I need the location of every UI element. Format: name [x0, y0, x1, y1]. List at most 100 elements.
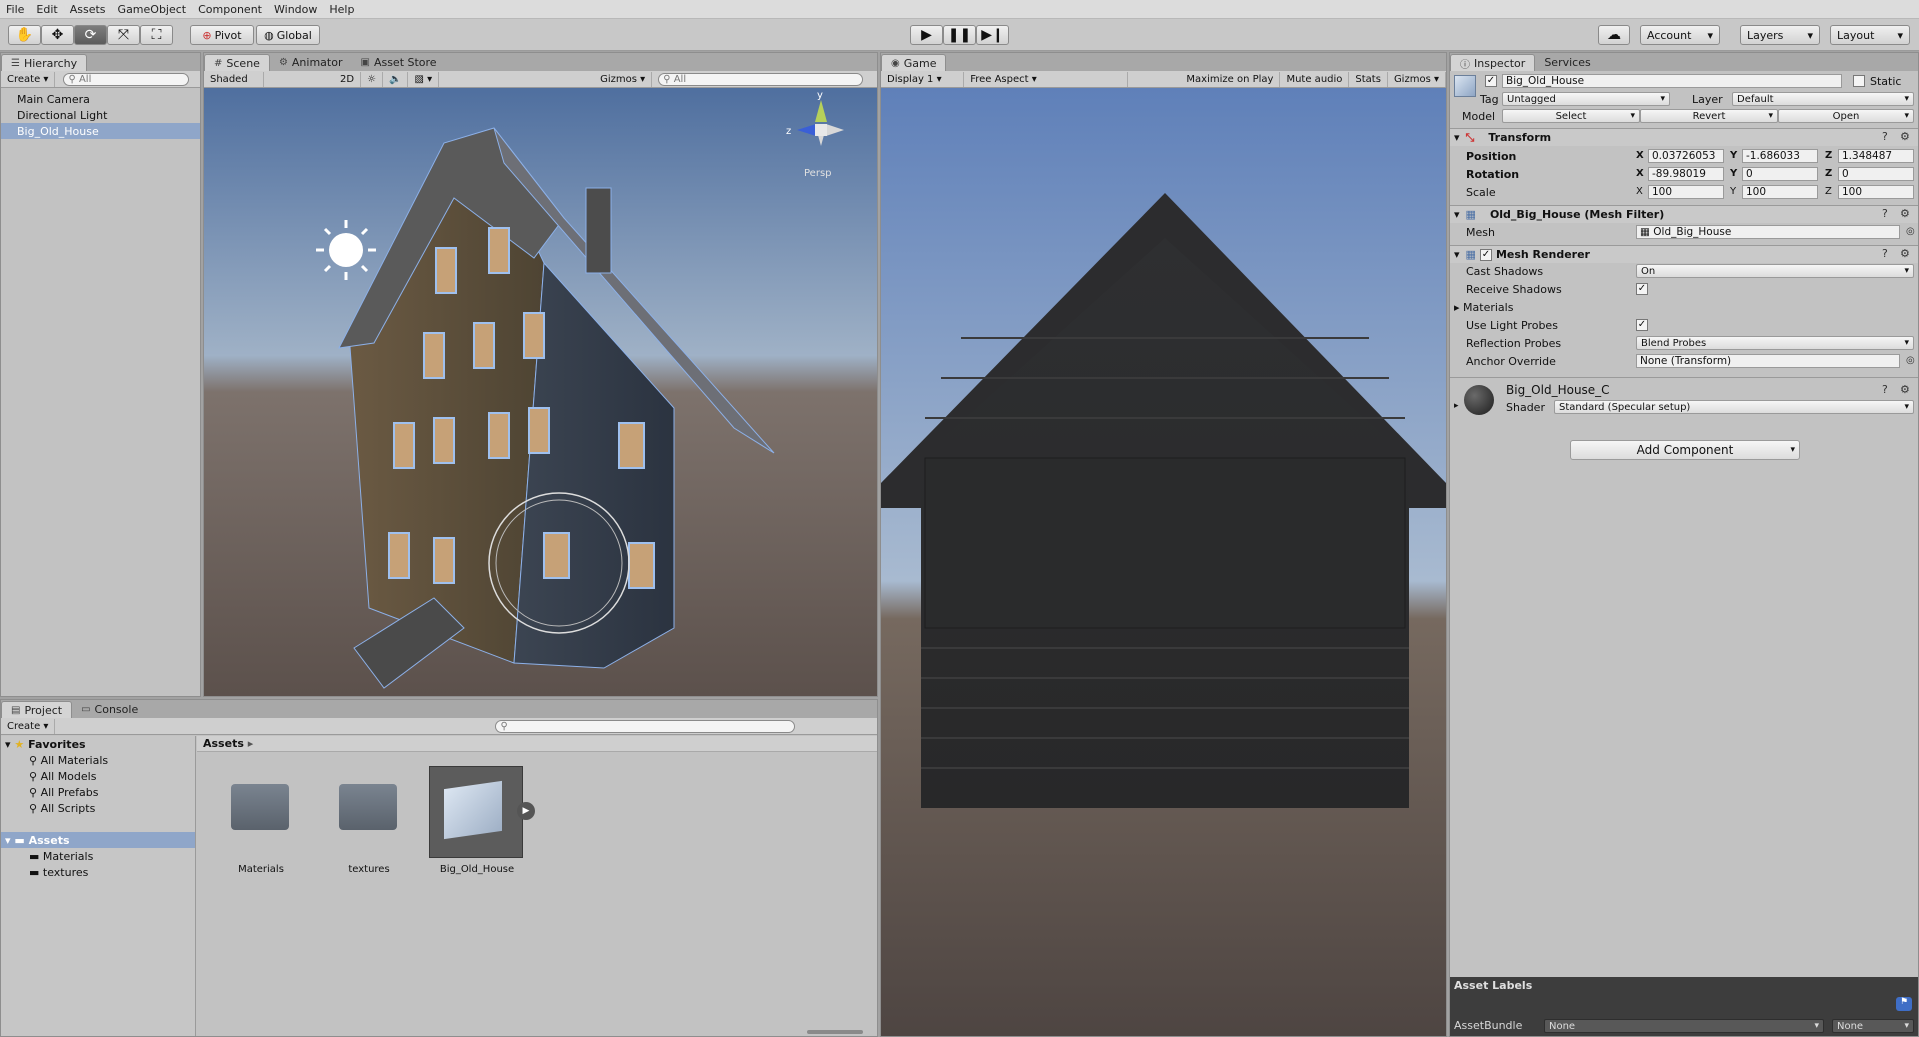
transform-header[interactable]: ▾ ⤡ Transform [1450, 128, 1918, 146]
favorite-all-materials[interactable]: ⚲ All Materials [1, 752, 195, 768]
cast-shadows-dropdown[interactable]: On [1636, 264, 1914, 278]
2d-toggle[interactable]: 2D [334, 71, 362, 87]
grid-item-big-old-house[interactable]: ▶ Big_Old_House [427, 766, 535, 880]
scene-search-input[interactable]: ⚲ All [658, 72, 864, 86]
tab-hierarchy[interactable]: ☰ Hierarchy [1, 54, 88, 71]
folder-textures[interactable]: ▬ textures [1, 864, 195, 880]
help-icon[interactable]: ? [1882, 130, 1888, 143]
lighting-toggle[interactable]: ☼ [361, 71, 384, 87]
gear-icon[interactable]: ⚙ [1900, 207, 1910, 220]
active-checkbox[interactable]: ✓ [1485, 75, 1497, 87]
menu-file[interactable]: File [0, 3, 30, 16]
layers-dropdown[interactable]: Layers ▾ [1740, 25, 1820, 45]
rotation-z-field[interactable]: 0 [1838, 167, 1914, 181]
mesh-filter-header[interactable]: ▾ ▦ Old_Big_House (Mesh Filter) [1450, 205, 1918, 223]
icon-size-slider[interactable] [807, 1030, 863, 1034]
shader-dropdown[interactable]: Standard (Specular setup) [1554, 400, 1914, 414]
mesh-field[interactable]: ▦ Old_Big_House [1636, 225, 1900, 239]
asset-bundle-variant-dropdown[interactable]: None [1832, 1019, 1914, 1033]
shading-mode-dropdown[interactable]: Shaded [204, 71, 264, 87]
help-icon[interactable]: ? [1882, 247, 1888, 260]
static-checkbox[interactable] [1853, 75, 1865, 87]
hierarchy-item-main-camera[interactable]: Main Camera [1, 91, 200, 107]
object-picker-icon[interactable]: ◎ [1906, 226, 1915, 237]
scene-viewport[interactable]: y z Persp [204, 88, 877, 696]
tag-icon[interactable]: ⚑ [1896, 997, 1912, 1011]
favorite-all-models[interactable]: ⚲ All Models [1, 768, 195, 784]
account-dropdown[interactable]: Account ▾ [1640, 25, 1720, 45]
tab-scene[interactable]: # Scene [204, 54, 270, 71]
project-search-input[interactable]: ⚲ [495, 719, 796, 733]
scale-y-field[interactable]: 100 [1742, 185, 1818, 199]
light-probes-checkbox[interactable]: ✓ [1636, 319, 1648, 331]
project-create-button[interactable]: Create ▾ [1, 718, 56, 734]
stats-toggle[interactable]: Stats [1349, 71, 1388, 87]
pause-button[interactable]: ❚❚ [943, 25, 976, 45]
object-picker-icon[interactable]: ◎ [1906, 355, 1915, 366]
tab-asset-store[interactable]: ▣ Asset Store [351, 54, 445, 71]
menu-edit[interactable]: Edit [30, 3, 63, 16]
help-icon[interactable]: ? [1882, 383, 1888, 396]
gear-icon[interactable]: ⚙ [1900, 247, 1910, 260]
grid-item-materials[interactable]: Materials [211, 770, 311, 880]
layout-dropdown[interactable]: Layout ▾ [1830, 25, 1910, 45]
favorites-header[interactable]: ▾ ★ Favorites [1, 736, 195, 752]
display-dropdown[interactable]: Display 1 ▾ [881, 71, 965, 87]
favorite-all-scripts[interactable]: ⚲ All Scripts [1, 800, 195, 816]
menu-component[interactable]: Component [192, 3, 268, 16]
reflection-probes-dropdown[interactable]: Blend Probes [1636, 336, 1914, 350]
position-x-field[interactable]: 0.03726053 [1648, 149, 1724, 163]
cloud-button[interactable]: ☁ [1598, 25, 1630, 45]
materials-foldout[interactable]: ▸ Materials [1454, 301, 1513, 314]
scale-z-field[interactable]: 100 [1838, 185, 1914, 199]
gear-icon[interactable]: ⚙ [1900, 130, 1910, 143]
triangle-right-icon[interactable]: ▸ [1454, 401, 1459, 411]
anchor-override-field[interactable]: None (Transform) [1636, 354, 1900, 368]
persp-label[interactable]: Persp [804, 168, 832, 179]
hierarchy-item-big-old-house[interactable]: Big_Old_House [1, 123, 200, 139]
model-select-button[interactable]: Select [1502, 109, 1640, 123]
hierarchy-search-input[interactable]: ⚲ All [63, 72, 190, 86]
receive-shadows-checkbox[interactable]: ✓ [1636, 283, 1648, 295]
menu-gameobject[interactable]: GameObject [112, 3, 193, 16]
hand-tool-button[interactable]: ✋ [8, 25, 41, 45]
folder-materials[interactable]: ▬ Materials [1, 848, 195, 864]
mesh-renderer-enabled-checkbox[interactable]: ✓ [1479, 248, 1492, 261]
object-name-field[interactable]: Big_Old_House [1502, 74, 1842, 88]
move-tool-button[interactable]: ✥ [41, 25, 74, 45]
tab-services[interactable]: Services [1535, 54, 1599, 71]
model-revert-button[interactable]: Revert [1640, 109, 1778, 123]
game-gizmos-dropdown[interactable]: Gizmos ▾ [1388, 71, 1446, 87]
layer-dropdown[interactable]: Default [1732, 92, 1914, 106]
menu-assets[interactable]: Assets [64, 3, 112, 16]
hierarchy-create-button[interactable]: Create ▾ [1, 71, 56, 87]
add-component-button[interactable]: Add Component [1570, 440, 1800, 460]
grid-item-textures[interactable]: textures [319, 770, 419, 880]
assets-folder[interactable]: ▾ ▬ Assets [1, 832, 195, 848]
tab-game[interactable]: ◉ Game [881, 54, 947, 71]
mesh-renderer-header[interactable]: ▾ ▦ ✓ Mesh Renderer [1450, 245, 1918, 263]
effects-dropdown[interactable]: ▧ ▾ [408, 71, 440, 87]
position-y-field[interactable]: -1.686033 [1742, 149, 1818, 163]
scale-tool-button[interactable]: ⤧ [107, 25, 140, 45]
expand-arrow-icon[interactable]: ▶ [517, 802, 535, 820]
tab-console[interactable]: ▭ Console [72, 701, 147, 718]
rect-tool-button[interactable]: ⛶ [140, 25, 173, 45]
tab-animator[interactable]: ⚙ Animator [270, 54, 352, 71]
help-icon[interactable]: ? [1882, 207, 1888, 220]
maximize-on-play-toggle[interactable]: Maximize on Play [1180, 71, 1281, 87]
menu-window[interactable]: Window [268, 3, 323, 16]
position-z-field[interactable]: 1.348487 [1838, 149, 1914, 163]
tab-inspector[interactable]: ⓘ Inspector [1450, 54, 1536, 71]
play-button[interactable]: ▶ [910, 25, 943, 45]
tab-project[interactable]: ▤ Project [1, 701, 73, 718]
scale-x-field[interactable]: 100 [1648, 185, 1724, 199]
game-viewport[interactable] [881, 88, 1446, 1036]
menu-help[interactable]: Help [323, 3, 360, 16]
asset-bundle-dropdown[interactable]: None [1544, 1019, 1824, 1033]
breadcrumb-assets[interactable]: Assets [203, 737, 244, 750]
favorite-all-prefabs[interactable]: ⚲ All Prefabs [1, 784, 195, 800]
mute-audio-toggle[interactable]: Mute audio [1280, 71, 1350, 87]
rotate-tool-button[interactable]: ⟳ [74, 25, 107, 45]
scene-gizmos-dropdown[interactable]: Gizmos ▾ [594, 71, 653, 87]
